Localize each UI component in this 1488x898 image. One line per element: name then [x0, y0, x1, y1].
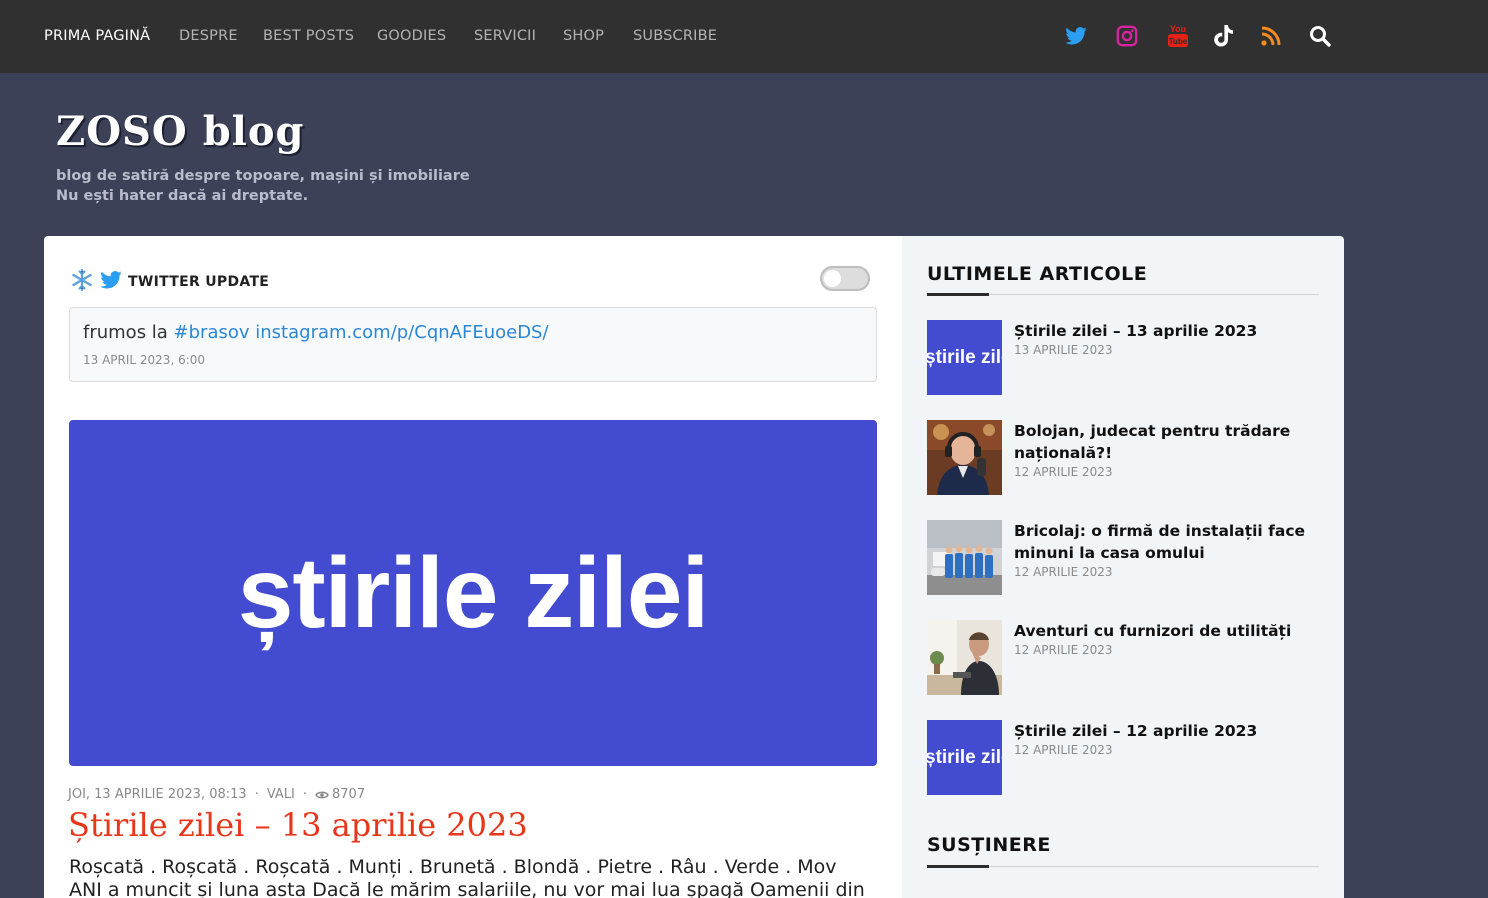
article-title[interactable]: Știrile zilei – 12 aprilie 2023 [1014, 720, 1314, 742]
svg-text:You: You [1170, 24, 1186, 34]
top-navigation: PRIMA PAGINĂ DESPRE BEST POSTS GOODIES S… [0, 0, 1488, 73]
thumbnail-text: știrile zilei [927, 747, 1002, 768]
twitter-icon[interactable] [1064, 24, 1088, 48]
nav-item-goodies[interactable]: GOODIES [377, 28, 446, 44]
post-views: 8707 [332, 787, 366, 802]
nav-item-prima-pagina[interactable]: PRIMA PAGINĂ [44, 28, 150, 44]
eye-icon [315, 790, 329, 800]
site-tagline-secondary: Nu ești hater dacă ai dreptate. [56, 188, 309, 204]
snowflake-icon [70, 268, 94, 296]
sidebar-latest-title: ULTIMELE ARTICOLE [927, 263, 1148, 285]
post-featured-image[interactable]: știrile zilei [69, 420, 877, 766]
meta-separator: · [254, 787, 259, 802]
tweet-card: frumos la #brasov instagram.com/p/CqnAFE… [69, 307, 877, 382]
toggle-knob [824, 270, 841, 287]
thumbnail-text: știrile zilei [927, 347, 1002, 368]
post-date: JOI, 13 APRILIE 2023, 08:13 [68, 787, 247, 802]
article-thumbnail[interactable] [927, 420, 1002, 495]
post-excerpt: Roșcată . Roșcată . Roșcată . Munți . Br… [69, 856, 865, 898]
tweet-date: 13 APRIL 2023, 6:00 [83, 353, 206, 367]
post-title[interactable]: Știrile zilei – 13 aprilie 2023 [68, 806, 528, 844]
twitter-update-title: TWITTER UPDATE [128, 274, 270, 290]
nav-item-subscribe[interactable]: SUBSCRIBE [633, 28, 717, 44]
article-title[interactable]: Știrile zilei – 13 aprilie 2023 [1014, 320, 1314, 342]
article-thumbnail[interactable]: știrile zilei [927, 720, 1002, 795]
sidebar-support-title: SUSȚINERE [927, 834, 1051, 856]
nav-item-best-posts[interactable]: BEST POSTS [263, 28, 354, 44]
article-title[interactable]: Aventuri cu furnizori de utilități [1014, 620, 1314, 642]
post-meta: JOI, 13 APRILIE 2023, 08:13 · VALI · 870… [68, 787, 365, 802]
svg-text:Tube: Tube [1169, 37, 1188, 46]
article-date: 12 APRILIE 2023 [1014, 743, 1113, 757]
article-date: 13 APRILIE 2023 [1014, 343, 1113, 357]
tweet-prefix: frumos la [83, 322, 174, 343]
article-title[interactable]: Bricolaj: o firmă de instalații face min… [1014, 520, 1314, 564]
article-thumbnail[interactable] [927, 520, 1002, 595]
featured-image-text: știrile zilei [237, 536, 710, 649]
post-author[interactable]: VALI [267, 787, 295, 802]
nav-item-despre[interactable]: DESPRE [179, 28, 238, 44]
nav-item-shop[interactable]: SHOP [563, 28, 604, 44]
sidebar-title-divider [927, 293, 1319, 296]
tweet-hashtag-link[interactable]: #brasov [174, 322, 250, 343]
article-thumbnail[interactable]: știrile zilei [927, 320, 1002, 395]
tweet-url-link[interactable]: instagram.com/p/CqnAFEuoeDS/ [255, 322, 548, 343]
twitter-icon [100, 271, 122, 293]
article-date: 12 APRILIE 2023 [1014, 465, 1113, 479]
article-date: 12 APRILIE 2023 [1014, 565, 1113, 579]
search-icon[interactable] [1308, 24, 1332, 48]
site-tagline: blog de satiră despre topoare, mașini și… [56, 168, 470, 184]
nav-item-servicii[interactable]: SERVICII [474, 28, 536, 44]
youtube-icon[interactable]: You Tube [1166, 24, 1190, 48]
article-date: 12 APRILIE 2023 [1014, 643, 1113, 657]
meta-separator: · [302, 787, 307, 802]
article-title[interactable]: Bolojan, judecat pentru trădare național… [1014, 420, 1314, 464]
site-logo[interactable]: ZOSO blog [56, 108, 305, 155]
tweet-text: frumos la #brasov instagram.com/p/CqnAFE… [83, 322, 549, 343]
twitter-update-header: TWITTER UPDATE [70, 268, 269, 296]
sidebar-title-divider [927, 865, 1319, 868]
twitter-toggle[interactable] [820, 266, 870, 291]
instagram-icon[interactable] [1115, 24, 1139, 48]
tiktok-icon[interactable] [1212, 24, 1236, 48]
article-thumbnail[interactable] [927, 620, 1002, 695]
rss-icon[interactable] [1259, 24, 1283, 48]
